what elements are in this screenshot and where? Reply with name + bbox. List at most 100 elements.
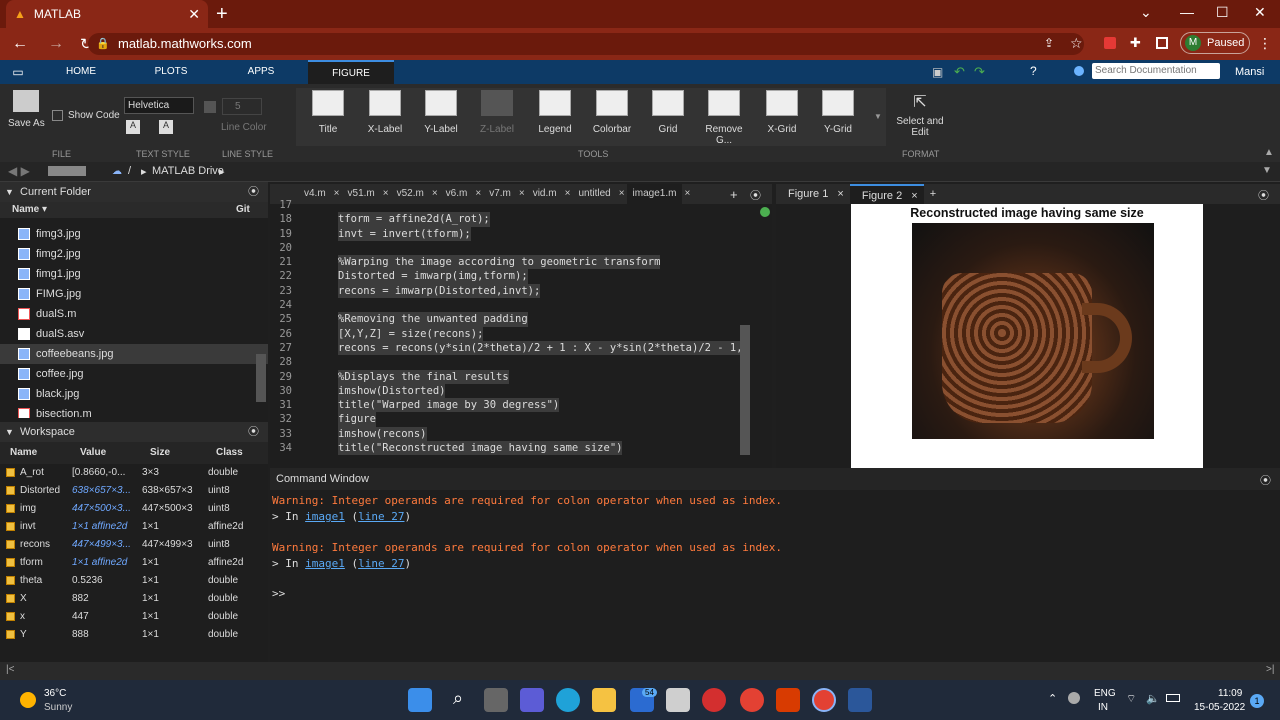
code-line[interactable]: 32 figure	[270, 412, 772, 427]
share-icon[interactable]: ⇪	[1044, 36, 1054, 50]
chevron-down-icon[interactable]: ⌄	[1140, 4, 1152, 21]
lang-in[interactable]: IN	[1098, 702, 1108, 713]
code-line[interactable]: 27 recons = recons(y*sin(2*theta)/2 + 1 :…	[270, 340, 772, 356]
gallery-expand-icon[interactable]: ▼	[874, 112, 882, 121]
code-line[interactable]: 17	[270, 198, 772, 212]
tool-xlabel-button[interactable]: X-Label	[362, 90, 408, 135]
figure-menu-icon[interactable]: ⦿	[1258, 187, 1269, 203]
battery-icon[interactable]	[1166, 694, 1180, 702]
collapse-toolstrip-icon[interactable]: ▲	[1264, 147, 1274, 158]
tab-figure-1[interactable]: Figure 1 ×	[776, 184, 850, 204]
minimize-icon[interactable]: —	[1180, 4, 1194, 20]
editor-menu-icon[interactable]: ⦿	[750, 187, 761, 203]
command-window[interactable]: Command Window ⦿ Warning: Integer operan…	[270, 468, 1280, 662]
table-row[interactable]: invt 1×1 affine2d 1×1 affine2d	[0, 518, 268, 536]
back-icon[interactable]: ←	[12, 35, 28, 53]
search-documentation-input[interactable]: Search Documentation	[1092, 63, 1220, 79]
code-line[interactable]: 33 imshow(recons)	[270, 426, 772, 442]
close-tab-icon[interactable]: ✕	[188, 6, 200, 23]
tool-remove-grid-button[interactable]: Remove G...	[696, 90, 752, 146]
path-root[interactable]: /	[128, 165, 131, 177]
new-tab-icon[interactable]: +	[216, 3, 228, 26]
list-item[interactable]: fimg1.jpg	[0, 264, 268, 284]
address-bar[interactable]: matlab.mathworks.com	[88, 33, 1084, 55]
menu-dots-icon[interactable]: ⋮	[1258, 35, 1272, 52]
forward-icon[interactable]: →	[48, 35, 64, 53]
tool-colorbar-button[interactable]: Colorbar	[588, 90, 636, 135]
user-name[interactable]: Mansi	[1235, 66, 1264, 78]
nav-back-icon[interactable]: ◀ ▶	[8, 164, 30, 178]
editor-scrollbar[interactable]	[740, 325, 750, 455]
font-color-icon[interactable]: A	[126, 120, 140, 134]
panel-menu-icon[interactable]: ⦿	[248, 182, 259, 202]
list-item[interactable]: dualS.m	[0, 304, 268, 324]
folder-scrollbar[interactable]	[256, 354, 266, 402]
line-link[interactable]: line 27	[358, 510, 404, 523]
code-line[interactable]: 28	[270, 355, 772, 369]
tool-title-button[interactable]: Title	[308, 90, 348, 135]
code-line[interactable]: 23 recons = imwarp(Distorted,invt);	[270, 283, 772, 299]
undo-icon[interactable]: ↶	[954, 64, 965, 80]
chrome-icon[interactable]	[740, 688, 764, 712]
redo-icon[interactable]: ↷	[974, 64, 985, 80]
notification-badge[interactable]: 1	[1250, 694, 1264, 708]
show-code-checkbox[interactable]	[52, 110, 63, 121]
table-row[interactable]: img 447×500×3... 447×500×3 uint8	[0, 500, 268, 518]
tool-ygrid-button[interactable]: Y-Grid	[816, 90, 860, 135]
weather-temp[interactable]: 36°C	[44, 688, 66, 699]
list-item[interactable]: coffee.jpg	[0, 364, 268, 384]
tool-zlabel-button[interactable]: Z-Label	[474, 90, 520, 135]
code-area[interactable]: 17 18 tform = affine2d(A_rot); 19 invt = inv…	[270, 198, 772, 456]
table-row[interactable]: A_rot [0.8660,-0... 3×3 double	[0, 464, 268, 482]
panel-collapse-icon[interactable]: ▼	[5, 422, 14, 442]
task-view-icon[interactable]	[484, 688, 508, 712]
font-select[interactable]: Helvetica	[124, 97, 194, 114]
code-line[interactable]: 18 tform = affine2d(A_rot);	[270, 212, 772, 227]
tab-apps[interactable]: APPS	[222, 60, 300, 84]
tool-ylabel-button[interactable]: Y-Label	[418, 90, 464, 135]
new-figure-icon[interactable]: +	[924, 184, 942, 204]
col-name[interactable]: Name	[0, 442, 70, 464]
tray-expand-icon[interactable]: ⌃	[1048, 692, 1057, 705]
office-icon[interactable]	[776, 688, 800, 712]
code-line[interactable]: 19 invt = invert(tform);	[270, 226, 772, 241]
store-icon[interactable]	[666, 688, 690, 712]
maximize-icon[interactable]: ☐	[1216, 4, 1229, 21]
line-width-input[interactable]: 5	[222, 98, 262, 115]
matlab-home-icon[interactable]: ▭	[0, 60, 36, 84]
table-row[interactable]: recons 447×499×3... 447×499×3 uint8	[0, 536, 268, 554]
col-value[interactable]: Value	[70, 442, 140, 464]
new-file-icon[interactable]: +	[730, 187, 738, 202]
tray-app-icon[interactable]	[1068, 692, 1080, 704]
community-icon[interactable]	[1074, 66, 1084, 76]
code-line[interactable]: 20	[270, 241, 772, 255]
tab-figure[interactable]: FIGURE	[308, 60, 394, 84]
list-item[interactable]: FIMG.jpg	[0, 284, 268, 304]
code-line[interactable]: 29 %Displays the final results	[270, 369, 772, 384]
folder-nav-icons[interactable]	[48, 166, 86, 176]
col-class[interactable]: Class	[206, 442, 266, 464]
list-item[interactable]: black.jpg	[0, 384, 268, 404]
table-row[interactable]: Y 888 1×1 double	[0, 626, 268, 644]
profile-button[interactable]: M Paused	[1180, 32, 1250, 54]
weather-sun-icon[interactable]	[20, 692, 36, 708]
path-folder[interactable]: MATLAB Drive	[152, 165, 224, 177]
windows-start-icon[interactable]	[408, 688, 432, 712]
panel-collapse-icon[interactable]: ▼	[5, 182, 14, 202]
table-row[interactable]: tform 1×1 affine2d 1×1 affine2d	[0, 554, 268, 572]
code-line[interactable]: 21 %Warping the image according to geomet…	[270, 255, 772, 270]
command-menu-icon[interactable]: ⦿	[1260, 472, 1271, 488]
tool-xgrid-button[interactable]: X-Grid	[760, 90, 804, 135]
table-row[interactable]: X 882 1×1 double	[0, 590, 268, 608]
browser-tab-matlab[interactable]: ▲ MATLAB ✕	[6, 0, 208, 28]
command-prompt[interactable]: >>	[270, 586, 1280, 602]
tool-grid-button[interactable]: Grid	[648, 90, 688, 135]
col-git-header[interactable]: Git	[236, 202, 250, 218]
line-link[interactable]: line 27	[358, 557, 404, 570]
chrome-active-icon[interactable]	[812, 688, 836, 712]
path-expand-icon[interactable]: ▸	[219, 165, 225, 178]
clock-time[interactable]: 11:09	[1218, 688, 1242, 699]
list-item[interactable]: dualS.asv	[0, 324, 268, 344]
list-item[interactable]: fimg2.jpg	[0, 244, 268, 264]
help-icon[interactable]: ?	[1030, 64, 1037, 78]
